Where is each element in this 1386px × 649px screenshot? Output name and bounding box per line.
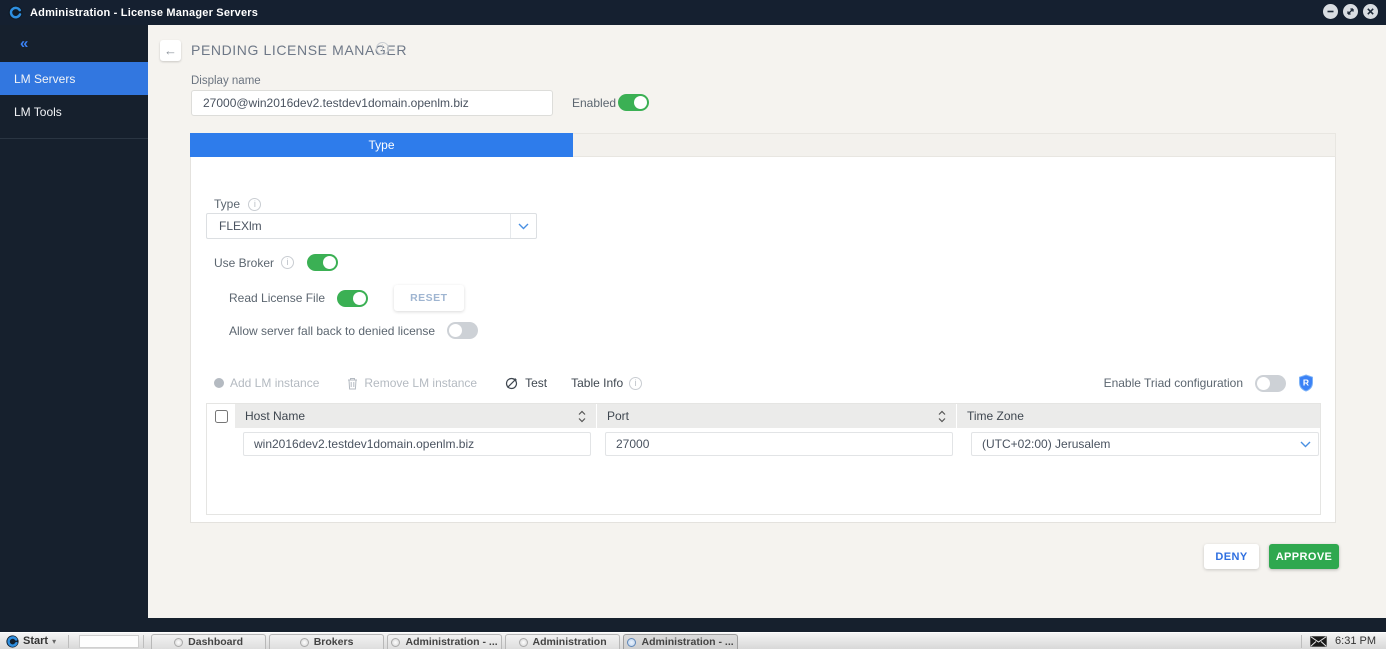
taskbar: Start Dashboard Brokers Administration -… [0, 632, 1386, 649]
window-title: Administration - License Manager Servers [30, 7, 258, 19]
close-button[interactable] [1363, 4, 1378, 19]
sidebar-item-lm-tools[interactable]: LM Tools [0, 95, 148, 128]
read-license-toggle[interactable] [337, 290, 368, 307]
select-all-checkbox[interactable] [215, 410, 228, 423]
taskbar-divider [68, 635, 69, 648]
triad-label: Enable Triad configuration [1104, 376, 1243, 390]
minimize-button[interactable] [1323, 4, 1338, 19]
sidebar-item-label: LM Servers [14, 72, 75, 86]
clock[interactable]: 6:31 PM [1335, 635, 1376, 647]
system-tray: 6:31 PM [1301, 633, 1386, 649]
taskbar-button-brokers[interactable]: Brokers [269, 634, 384, 649]
time-zone-dropdown[interactable]: (UTC+02:00) Jerusalem [971, 432, 1319, 456]
sidebar-item-lm-servers[interactable]: LM Servers [0, 62, 148, 95]
tab-type[interactable]: Type [190, 133, 573, 157]
type-info-icon[interactable] [248, 198, 261, 211]
remove-lm-instance-button[interactable]: Remove LM instance [347, 376, 477, 390]
type-field-label: Type [214, 197, 261, 211]
page-title-info-icon[interactable] [376, 42, 389, 55]
start-button[interactable]: Start [0, 633, 64, 649]
column-header-host-name[interactable]: Host Name [235, 404, 597, 428]
fallback-label: Allow server fall back to denied license [229, 324, 435, 338]
column-header-time-zone[interactable]: Time Zone [957, 404, 1320, 428]
main-content: ← PENDING LICENSE MANAGER Display name E… [148, 25, 1386, 618]
maximize-button[interactable] [1343, 4, 1358, 19]
taskbar-button-administration-active[interactable]: Administration - ... [623, 634, 738, 649]
table-toolbar: Add LM instance Remove LM instance Test … [214, 372, 1314, 394]
port-input[interactable] [605, 432, 953, 456]
chevron-down-icon [510, 214, 536, 238]
table-info-button[interactable]: Table Info [571, 376, 642, 390]
start-caret-icon [52, 637, 56, 646]
table-header: Host Name Port Time Zone [207, 404, 1320, 428]
page-title: PENDING LICENSE MANAGER [191, 42, 407, 58]
display-name-input[interactable] [191, 90, 553, 116]
reset-button[interactable]: RESET [394, 285, 464, 311]
reload-shield-icon[interactable]: R [1298, 374, 1314, 392]
test-button[interactable]: Test [505, 376, 547, 390]
deny-button[interactable]: DENY [1204, 544, 1259, 569]
enabled-label: Enabled [572, 96, 616, 110]
sidebar: « LM Servers LM Tools [0, 25, 148, 620]
taskbar-button-dashboard[interactable]: Dashboard [151, 634, 266, 649]
display-name-label: Display name [191, 75, 261, 87]
sort-icon[interactable] [578, 410, 586, 423]
window-favicon [391, 638, 400, 647]
add-lm-instance-button[interactable]: Add LM instance [214, 376, 319, 390]
fallback-toggle[interactable] [447, 322, 478, 339]
start-label: Start [23, 635, 48, 647]
svg-text:R: R [1303, 378, 1309, 388]
window-favicon [519, 638, 528, 647]
quick-launch-area [79, 635, 139, 648]
use-broker-info-icon[interactable] [281, 256, 294, 269]
tab-type-label: Type [368, 138, 394, 152]
lm-instances-table: Host Name Port Time Zone [206, 403, 1321, 515]
taskbar-button-administration-1[interactable]: Administration - ... [387, 634, 502, 649]
card-body: Type FLEXlm Use Broker Read License File [190, 157, 1336, 523]
table-info-icon [629, 377, 642, 390]
taskbar-button-administration-2[interactable]: Administration [505, 634, 620, 649]
read-license-label: Read License File [229, 291, 325, 305]
sidebar-collapse-icon[interactable]: « [0, 25, 148, 62]
sidebar-divider [0, 138, 148, 139]
trash-icon [347, 377, 358, 390]
tray-divider [1301, 635, 1302, 648]
triad-toggle[interactable] [1255, 375, 1286, 392]
back-button[interactable]: ← [160, 40, 181, 61]
start-icon [6, 635, 19, 648]
sort-icon[interactable] [938, 410, 946, 423]
type-card: Type Type FLEXlm Use Broker [190, 133, 1336, 523]
type-dropdown[interactable]: FLEXlm [206, 213, 537, 239]
taskbar-divider [143, 635, 144, 648]
use-broker-label: Use Broker [214, 256, 274, 270]
window-favicon [627, 638, 636, 647]
mail-icon[interactable] [1310, 636, 1327, 647]
approve-button[interactable]: APPROVE [1269, 544, 1339, 569]
screen: Administration - License Manager Servers… [0, 0, 1386, 649]
window-favicon [300, 638, 309, 647]
table-row: (UTC+02:00) Jerusalem [207, 428, 1320, 460]
app-logo-icon [8, 5, 23, 20]
test-icon [505, 376, 519, 390]
window-favicon [174, 638, 183, 647]
type-dropdown-value: FLEXlm [207, 219, 510, 233]
window-bottom-edge [0, 618, 1386, 632]
column-header-port[interactable]: Port [597, 404, 957, 428]
use-broker-toggle[interactable] [307, 254, 338, 271]
time-zone-value: (UTC+02:00) Jerusalem [972, 437, 1292, 451]
window-titlebar: Administration - License Manager Servers [0, 0, 1386, 25]
chevron-down-icon [1292, 433, 1318, 455]
host-name-input[interactable] [243, 432, 591, 456]
enabled-toggle[interactable] [618, 94, 649, 111]
add-icon [214, 378, 224, 388]
sidebar-item-label: LM Tools [14, 105, 62, 119]
